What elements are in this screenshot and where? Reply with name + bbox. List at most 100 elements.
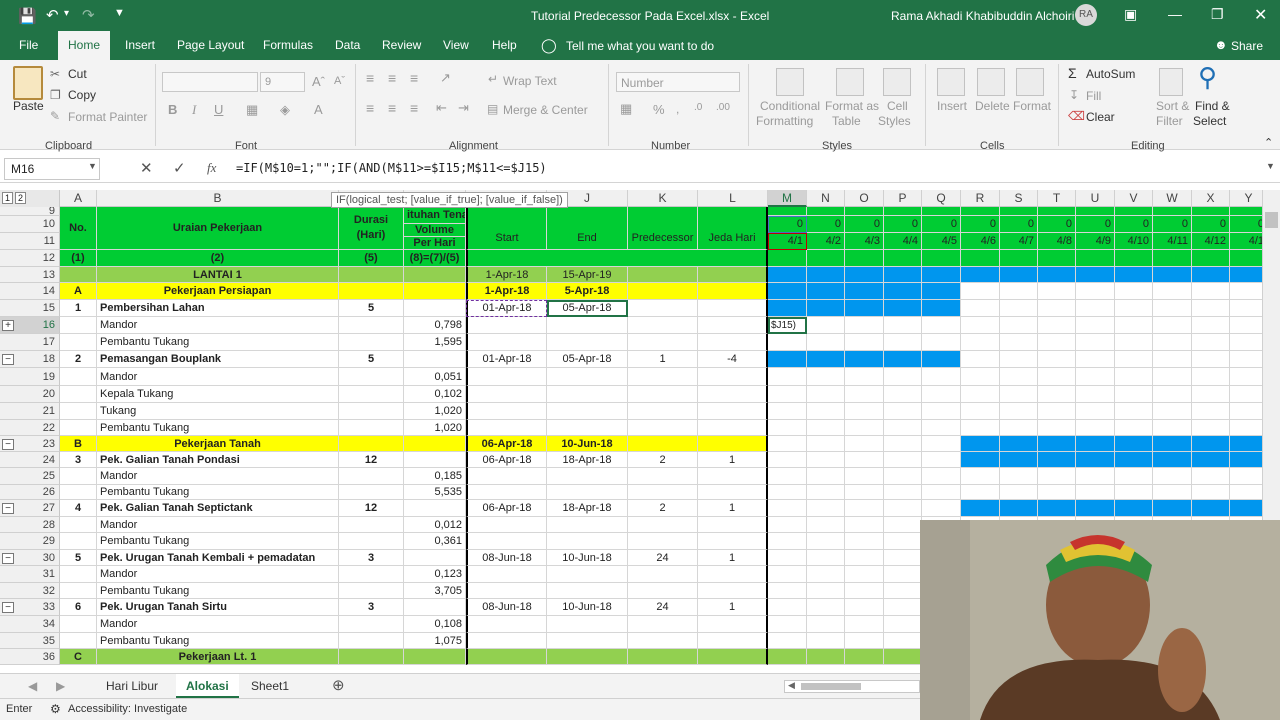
gantt-date-cell[interactable]: 4/11 xyxy=(1153,233,1192,250)
cell-k[interactable]: 24 xyxy=(628,550,698,566)
cell-b[interactable]: Pembantu Tukang xyxy=(97,334,339,351)
column-header-a[interactable]: A xyxy=(60,190,97,207)
gantt-cell[interactable] xyxy=(1230,485,1262,500)
cell-c[interactable] xyxy=(339,403,404,420)
cell-l[interactable] xyxy=(698,649,768,665)
cell-l[interactable] xyxy=(698,517,768,533)
gantt-cell[interactable] xyxy=(1000,403,1038,420)
gantt-cell[interactable] xyxy=(1153,500,1192,517)
gantt-cell[interactable]: $J15) xyxy=(768,317,807,334)
cell-j[interactable] xyxy=(547,633,628,649)
gantt-cell[interactable] xyxy=(1115,368,1153,386)
cell-c[interactable] xyxy=(339,533,404,550)
gantt-cell[interactable] xyxy=(807,436,845,452)
row-header[interactable]: 19 xyxy=(0,368,60,386)
outline-toggle-button[interactable]: − xyxy=(2,503,14,514)
gantt-cell[interactable] xyxy=(807,599,845,616)
autosum-button[interactable]: AutoSum xyxy=(1086,67,1135,81)
gantt-cell[interactable] xyxy=(768,267,807,283)
find-select-button[interactable]: Find & xyxy=(1195,99,1230,113)
cell-c[interactable] xyxy=(339,368,404,386)
gantt-cell[interactable] xyxy=(768,517,807,533)
gantt-cell[interactable] xyxy=(1115,420,1153,436)
gantt-cell[interactable] xyxy=(1115,436,1153,452)
gantt-cell[interactable] xyxy=(961,485,1000,500)
cell-a[interactable] xyxy=(60,334,97,351)
cell-styles-button[interactable]: Cell xyxy=(887,99,908,113)
gantt-num-cell[interactable] xyxy=(1192,250,1230,267)
gantt-cell[interactable] xyxy=(961,283,1000,300)
cell-j[interactable] xyxy=(547,583,628,599)
gantt-cell[interactable] xyxy=(845,550,884,566)
header-end[interactable]: End xyxy=(547,207,628,250)
gantt-cell[interactable] xyxy=(1153,485,1192,500)
row-header[interactable]: 25 xyxy=(0,468,60,485)
gantt-cell[interactable] xyxy=(1230,386,1262,403)
gantt-cell[interactable] xyxy=(1076,368,1115,386)
gantt-cell[interactable] xyxy=(807,616,845,633)
gantt-cell[interactable] xyxy=(768,386,807,403)
gantt-cell[interactable] xyxy=(1230,500,1262,517)
cell-d[interactable] xyxy=(404,283,466,300)
horizontal-scrollbar[interactable]: ◀ xyxy=(784,680,920,693)
gantt-cell[interactable] xyxy=(884,386,922,403)
gantt-cell[interactable] xyxy=(1153,403,1192,420)
gantt-zero-cell[interactable]: 0 xyxy=(961,216,1000,233)
row-header[interactable]: 21 xyxy=(0,403,60,420)
cell-l[interactable]: 1 xyxy=(698,550,768,566)
cell-c[interactable] xyxy=(339,420,404,436)
gantt-header-cell[interactable] xyxy=(1076,207,1115,216)
cell-a[interactable]: C xyxy=(60,649,97,665)
gantt-cell[interactable] xyxy=(845,517,884,533)
cell-j[interactable] xyxy=(547,566,628,583)
gantt-cell[interactable] xyxy=(1192,500,1230,517)
gantt-cell[interactable] xyxy=(1230,283,1262,300)
gantt-cell[interactable] xyxy=(1230,334,1262,351)
cell-i[interactable] xyxy=(466,317,547,334)
vertical-scroll-thumb[interactable] xyxy=(1265,212,1278,228)
gantt-cell[interactable] xyxy=(768,300,807,317)
gantt-cell[interactable] xyxy=(922,368,961,386)
cell-b[interactable]: Pek. Galian Tanah Pondasi xyxy=(97,452,339,468)
column-header-x[interactable]: X xyxy=(1192,190,1230,207)
gantt-cell[interactable] xyxy=(961,500,1000,517)
gantt-cell[interactable] xyxy=(768,649,807,665)
cell-c[interactable] xyxy=(339,334,404,351)
paste-icon[interactable] xyxy=(13,66,43,100)
gantt-date-cell[interactable]: 4/6 xyxy=(961,233,1000,250)
gantt-cell[interactable] xyxy=(845,351,884,368)
cell-c[interactable] xyxy=(339,267,404,283)
gantt-header-cell[interactable] xyxy=(922,207,961,216)
cell-a[interactable]: 2 xyxy=(60,351,97,368)
gantt-cell[interactable] xyxy=(1000,386,1038,403)
cell-j[interactable] xyxy=(547,485,628,500)
cell-i[interactable] xyxy=(466,420,547,436)
cell-i[interactable]: 06-Apr-18 xyxy=(466,500,547,517)
cell-j[interactable] xyxy=(547,649,628,665)
cell-c[interactable] xyxy=(339,616,404,633)
cell-k[interactable] xyxy=(628,633,698,649)
gantt-cell[interactable] xyxy=(1153,452,1192,468)
gantt-cell[interactable] xyxy=(845,368,884,386)
cell-k[interactable] xyxy=(628,649,698,665)
gantt-cell[interactable] xyxy=(1230,452,1262,468)
share-button[interactable]: Share xyxy=(1231,39,1263,53)
cell-k[interactable] xyxy=(628,317,698,334)
gantt-date-cell[interactable]: 4/12 xyxy=(1192,233,1230,250)
undo-icon[interactable]: ↶ xyxy=(46,6,59,24)
gantt-cell[interactable] xyxy=(1115,485,1153,500)
cell-b[interactable]: Pekerjaan Persiapan xyxy=(97,283,339,300)
col-num-2[interactable]: (2) xyxy=(97,250,339,267)
row-header[interactable]: 22 xyxy=(0,420,60,436)
column-header-b[interactable]: B xyxy=(97,190,339,207)
cell-b[interactable]: LANTAI 1 xyxy=(97,267,339,283)
cell-i[interactable] xyxy=(466,368,547,386)
cell-j[interactable] xyxy=(547,386,628,403)
tab-data[interactable]: Data xyxy=(325,31,370,60)
column-header-r[interactable]: R xyxy=(961,190,1000,207)
comma-icon[interactable]: , xyxy=(676,102,679,116)
cell-l[interactable] xyxy=(698,566,768,583)
cell-b[interactable]: Mandor xyxy=(97,616,339,633)
cell-a[interactable]: 3 xyxy=(60,452,97,468)
cell-c[interactable]: 5 xyxy=(339,351,404,368)
